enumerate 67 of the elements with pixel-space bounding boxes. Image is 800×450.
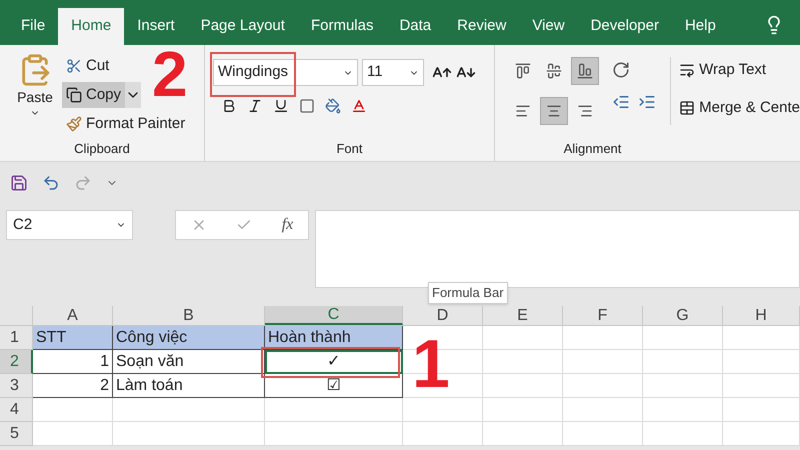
row-header[interactable]: 3 bbox=[0, 374, 33, 398]
table-cell: STT bbox=[33, 326, 113, 350]
wrap-text-icon bbox=[679, 62, 696, 78]
alignment-button[interactable] bbox=[540, 97, 568, 125]
row-header[interactable]: 1 bbox=[0, 326, 33, 350]
annotation-number: 1 bbox=[412, 330, 450, 398]
formula-input[interactable] bbox=[315, 210, 800, 288]
font-size-field[interactable]: 11 bbox=[362, 59, 424, 86]
redo-icon bbox=[74, 174, 92, 192]
paintbrush-icon bbox=[66, 116, 82, 132]
column-header[interactable]: E bbox=[483, 306, 563, 325]
tooltip: Formula Bar bbox=[428, 282, 508, 304]
row-header[interactable]: 5 bbox=[0, 422, 33, 446]
annotation-number: 2 bbox=[152, 42, 188, 106]
border-icon bbox=[299, 98, 315, 114]
underline-icon bbox=[273, 98, 289, 114]
align-icon bbox=[546, 103, 562, 119]
align-icon bbox=[577, 103, 594, 119]
ribbon-tab[interactable]: Developer bbox=[578, 8, 672, 45]
merge-icon bbox=[679, 100, 696, 116]
ribbon-tab[interactable]: Review bbox=[444, 8, 520, 45]
scissors-icon bbox=[66, 58, 82, 74]
caret-icon bbox=[125, 82, 142, 108]
copy-button[interactable]: Copy bbox=[62, 82, 126, 108]
column-header[interactable]: G bbox=[643, 306, 723, 325]
table-cell: Hoàn thành bbox=[265, 326, 403, 350]
ribbon-tab[interactable]: Formulas bbox=[298, 8, 386, 45]
align-icon bbox=[577, 63, 594, 79]
undo-icon bbox=[42, 174, 60, 192]
name-box[interactable]: C2 bbox=[6, 210, 133, 240]
column-header[interactable]: D bbox=[403, 306, 483, 325]
group-label: Alignment bbox=[564, 140, 622, 158]
align-icon bbox=[515, 63, 531, 79]
decrease-indent-icon bbox=[612, 93, 630, 111]
align-icon bbox=[546, 63, 562, 79]
paste-button[interactable]: Paste bbox=[12, 53, 58, 139]
group-label: Clipboard bbox=[74, 140, 130, 158]
table-cell: ✓ bbox=[265, 350, 403, 374]
column-header[interactable]: C bbox=[265, 306, 403, 325]
merge-center-button[interactable]: Merge & Cente bbox=[679, 95, 800, 121]
ribbon-tab[interactable]: Data bbox=[386, 8, 444, 45]
ribbon-tab[interactable]: View bbox=[519, 8, 578, 45]
row-header[interactable]: 2 bbox=[0, 350, 33, 374]
column-header[interactable]: A bbox=[33, 306, 113, 325]
table-cell: Công việc bbox=[113, 326, 265, 350]
orientation-icon bbox=[612, 61, 630, 79]
alignment-button[interactable] bbox=[571, 57, 600, 85]
column-header[interactable]: F bbox=[563, 306, 643, 325]
ribbon-tab[interactable]: Help bbox=[672, 8, 729, 45]
align-icon bbox=[515, 103, 531, 119]
ribbon-tab[interactable]: Insert bbox=[124, 8, 188, 45]
copy-icon bbox=[66, 87, 82, 103]
format-painter-button[interactable]: Format Painter bbox=[62, 111, 190, 137]
ribbon-tab[interactable]: File bbox=[8, 8, 58, 45]
italic-icon bbox=[247, 98, 263, 114]
row-header[interactable]: 4 bbox=[0, 398, 33, 422]
increase-indent-icon bbox=[638, 93, 656, 111]
insert-function-button[interactable]: fx bbox=[282, 213, 294, 237]
wrap-text-button[interactable]: Wrap Text bbox=[679, 57, 800, 83]
column-header[interactable]: H bbox=[723, 306, 800, 325]
group-label: Font bbox=[336, 140, 362, 158]
save-icon bbox=[10, 174, 28, 192]
font-name-field[interactable]: Wingdings bbox=[213, 59, 358, 86]
paint-bucket-icon bbox=[325, 98, 341, 114]
font-color-icon bbox=[351, 98, 367, 114]
ribbon-tab[interactable]: Page Layout bbox=[188, 8, 298, 45]
ribbon-tab[interactable]: Home bbox=[58, 8, 124, 45]
